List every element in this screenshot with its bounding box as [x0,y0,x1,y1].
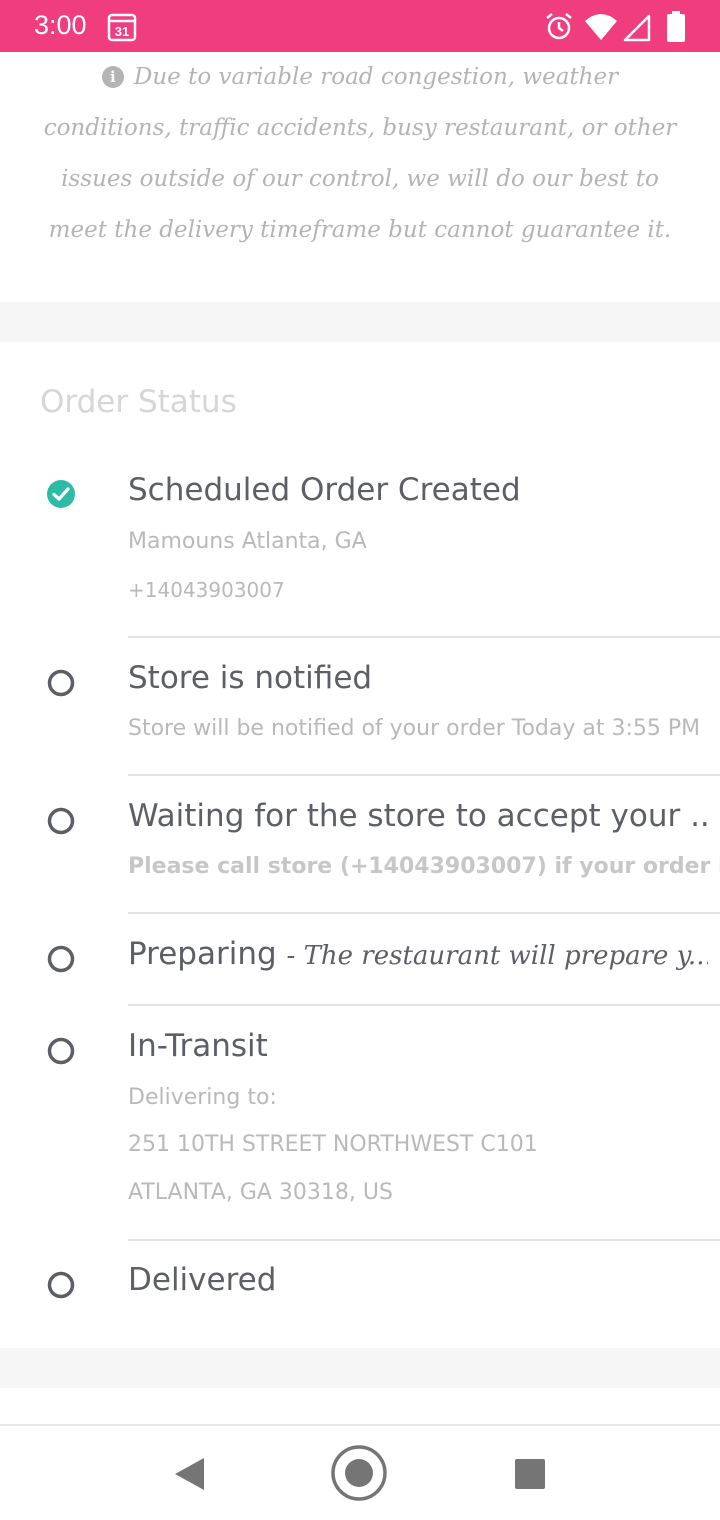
step-divider [128,774,720,776]
info-icon: i [101,66,124,88]
calendar-icon: 31 [107,13,137,42]
step-detail-address-line2: ATLANTA, GA 30318, US [128,1180,393,1205]
step-title-waiting-accept: Waiting for the store to accept your ... [128,798,708,834]
step-detail-notify-time: Store will be notified of your order Tod… [128,716,701,741]
step-detail-call-store: Please call store (+14043903007) if your… [128,854,720,879]
step-divider [128,636,720,638]
step-title-delivered: Delivered [128,1262,277,1298]
calendar-day: 31 [115,24,129,39]
step-divider [128,1004,720,1006]
wifi-icon [585,14,617,40]
status-bar: 3:00 31 [0,0,720,52]
status-time: 3:00 [34,10,87,40]
empty-circle-icon [47,669,75,697]
step-detail-delivering-label: Delivering to: [128,1085,277,1110]
empty-circle-icon [47,807,75,835]
step-divider [128,912,720,914]
check-circle-icon [47,480,75,508]
step-title-scheduled: Scheduled Order Created [128,472,521,508]
step-detail-address-line1: 251 10TH STREET NORTHWEST C101 [128,1132,538,1157]
delivery-notice: i Due to variable road congestion, weathe… [40,52,680,302]
signal-icon [623,14,651,42]
battery-icon [667,11,685,42]
section-title: Order Status [40,384,237,420]
back-icon[interactable] [172,1456,206,1492]
alarm-icon [546,13,572,40]
step-title-preparing: Preparing - The restaurant will prepare … [128,936,708,972]
navigation-bar [0,1424,720,1520]
empty-circle-icon [47,1037,75,1065]
step-title-in-transit: In-Transit [128,1028,268,1064]
step-title-store-notified: Store is notified [128,660,373,696]
step-divider [128,1239,720,1241]
step-detail-store-phone: +14043903007 [128,578,285,602]
empty-circle-icon [47,1271,75,1299]
home-icon[interactable] [330,1444,388,1502]
section-separator [0,1348,720,1388]
empty-circle-icon [47,945,75,973]
recents-icon[interactable] [514,1458,546,1490]
step-title-preparing-note: - The restaurant will prepare y... [286,941,708,971]
delivery-notice-text: Due to variable road congestion, weather… [43,64,677,243]
step-detail-store-name: Mamouns Atlanta, GA [128,529,367,554]
step-title-preparing-label: Preparing [128,936,277,972]
section-separator [0,302,720,342]
